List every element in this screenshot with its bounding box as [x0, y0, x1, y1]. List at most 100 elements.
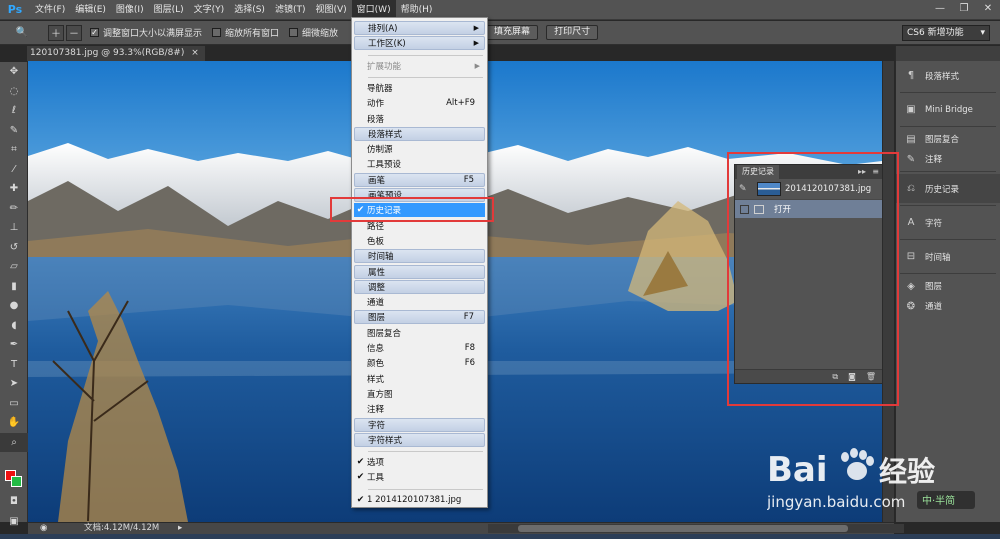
- menu-item-window-33[interactable]: ✔ 1 20141201073​81.jpg: [354, 493, 485, 507]
- document-size-info[interactable]: 文档:4.12M/4.12M: [84, 523, 159, 534]
- workspace-switcher[interactable]: CS6 新增功能 ▾: [902, 25, 990, 41]
- restore-button[interactable]: ❐: [952, 0, 976, 18]
- print-size-button[interactable]: 打印尺寸: [546, 25, 599, 40]
- menu-item-window-15[interactable]: 色板: [354, 234, 485, 248]
- history-brush-tool-icon[interactable]: ↺: [0, 238, 28, 258]
- menu-item-window-26[interactable]: 注释: [354, 402, 485, 416]
- close-tab-icon[interactable]: ×: [191, 48, 199, 58]
- menu-view[interactable]: 视图(V): [310, 0, 351, 20]
- menu-item-window-17[interactable]: 属性: [354, 264, 485, 279]
- resize-windows-option[interactable]: ✓ 调整窗口大小以满屏显示: [90, 26, 202, 39]
- zoom-tool-icon[interactable]: 🔍: [14, 25, 30, 41]
- pen-tool-icon[interactable]: ✒: [0, 335, 28, 355]
- background-color-swatch[interactable]: [11, 476, 22, 487]
- type-tool-icon[interactable]: T: [0, 355, 28, 375]
- scrubby-zoom-checkbox[interactable]: [289, 28, 299, 37]
- blur-tool-icon[interactable]: ●: [0, 296, 28, 316]
- zoom-all-option[interactable]: 缩放所有窗口: [212, 26, 279, 39]
- os-taskbar: [0, 534, 1000, 539]
- menu-item-label: 字符: [368, 420, 386, 431]
- zoom-tool-icon[interactable]: ⌕: [0, 432, 28, 452]
- horizontal-scroll-thumb[interactable]: [518, 525, 848, 532]
- dock-item-paragraph-styles[interactable]: ¶ 段落样式: [896, 61, 1000, 90]
- menu-item-window-11[interactable]: 画笔 F5: [354, 172, 485, 187]
- brush-tool-icon[interactable]: ✏: [0, 199, 28, 219]
- dock-item-label: 历史记录: [925, 184, 960, 195]
- hand-tool-icon[interactable]: ✋: [0, 413, 28, 433]
- dock-item-history[interactable]: ⎌ 历史记录: [896, 174, 1000, 203]
- close-button[interactable]: ✕: [976, 0, 1000, 18]
- dock-item-mini-bridge[interactable]: ▣ Mini Bridge: [896, 95, 1000, 124]
- menu-layer[interactable]: 图层(L): [149, 0, 189, 20]
- gradient-tool-icon[interactable]: ▮: [0, 277, 28, 297]
- menu-item-window-21[interactable]: 图层复合: [354, 326, 485, 340]
- menu-item-window-28[interactable]: 字符样式: [354, 432, 485, 447]
- status-options-icon[interactable]: ◉: [40, 523, 47, 534]
- minimize-button[interactable]: —: [928, 0, 952, 18]
- menu-item-label: 扩展功能: [367, 61, 402, 72]
- zoom-all-checkbox[interactable]: [212, 28, 222, 37]
- horizontal-scrollbar[interactable]: [488, 524, 904, 533]
- menu-item-window-5[interactable]: 导航器: [354, 81, 485, 95]
- dock-item-layers[interactable]: ◈ 图层: [896, 276, 1000, 296]
- dodge-tool-icon[interactable]: ◖: [0, 316, 28, 336]
- menu-item-window-9[interactable]: 仿制源: [354, 142, 485, 156]
- menu-item-window-27[interactable]: 字符: [354, 417, 485, 432]
- clone-stamp-tool-icon[interactable]: ⊥: [0, 218, 28, 238]
- quick-select-tool-icon[interactable]: ✎: [0, 121, 28, 141]
- menu-item-window-10[interactable]: 工具预设: [354, 157, 485, 171]
- menu-item-window-0[interactable]: 排列(A) ▶: [354, 21, 485, 35]
- dock-item-character[interactable]: A 字符: [896, 208, 1000, 237]
- menu-item-window-1[interactable]: 工作区(K) ▶: [354, 36, 485, 51]
- menu-select[interactable]: 选择(S): [229, 0, 270, 20]
- lasso-tool-icon[interactable]: ℓ: [0, 101, 28, 121]
- shape-tool-icon[interactable]: ▭: [0, 394, 28, 414]
- zoom-out-icon[interactable]: －: [66, 24, 82, 41]
- menu-item-window-30[interactable]: ✔ 选项: [354, 455, 485, 469]
- move-tool-icon[interactable]: ✥: [0, 62, 28, 82]
- dock-item-channels[interactable]: ❂ 通道: [896, 296, 1000, 316]
- menu-type[interactable]: 文字(Y): [189, 0, 230, 20]
- menu-item-label: 属性: [368, 267, 386, 278]
- path-select-tool-icon[interactable]: ➤: [0, 374, 28, 394]
- menu-item-window-16[interactable]: 时间轴: [354, 249, 485, 264]
- menu-item-window-23[interactable]: 颜色 F6: [354, 356, 485, 370]
- eraser-tool-icon[interactable]: ▱: [0, 257, 28, 277]
- menu-file[interactable]: 文件(F): [30, 0, 70, 20]
- menu-item-window-18[interactable]: 调整: [354, 279, 485, 294]
- crop-tool-icon[interactable]: ⌗: [0, 140, 28, 160]
- status-arrow-icon[interactable]: ▸: [178, 523, 182, 534]
- dock-item-label: 注释: [925, 155, 943, 165]
- dock-item-notes[interactable]: ✎ 注释: [896, 149, 1000, 169]
- menu-item-window-19[interactable]: 通道: [354, 295, 485, 309]
- menu-item-window-7[interactable]: 段落: [354, 112, 485, 126]
- menu-item-window-24[interactable]: 样式: [354, 372, 485, 386]
- menu-item-window-25[interactable]: 直方图: [354, 387, 485, 401]
- dock-item-layer-comps[interactable]: ▤ 图层复合: [896, 129, 1000, 149]
- healing-tool-icon[interactable]: ✚: [0, 179, 28, 199]
- menu-item-window-20[interactable]: 图层 F7: [354, 310, 485, 325]
- eyedropper-tool-icon[interactable]: ⁄: [0, 160, 28, 180]
- menu-item-label: 段落: [367, 114, 385, 125]
- menu-item-window-31[interactable]: ✔ 工具: [354, 470, 485, 484]
- dock-item-timeline[interactable]: ⊟ 时间轴: [896, 242, 1000, 271]
- channels-icon: ❂: [906, 300, 916, 312]
- menu-item-window-8[interactable]: 段落样式: [354, 126, 485, 141]
- dock-separator: [900, 171, 996, 172]
- menu-image[interactable]: 图像(I): [111, 0, 149, 20]
- resize-windows-checkbox[interactable]: ✓: [90, 28, 99, 37]
- menu-edit[interactable]: 编辑(E): [70, 0, 111, 20]
- menu-item-label: 时间轴: [368, 252, 394, 263]
- menu-item-shortcut: F8: [464, 343, 475, 353]
- menu-filter[interactable]: 滤镜(T): [270, 0, 311, 20]
- zoom-in-icon[interactable]: ＋: [48, 24, 64, 41]
- fill-screen-button[interactable]: 填充屏幕: [486, 25, 539, 40]
- screen-mode-icon[interactable]: ▣: [0, 512, 28, 532]
- scrubby-zoom-option[interactable]: 细微缩放: [289, 26, 338, 39]
- quick-mask-icon[interactable]: ◘: [0, 492, 28, 512]
- menu-item-window-6[interactable]: 动作 Alt+F9: [354, 96, 485, 110]
- marquee-tool-icon[interactable]: ◌: [0, 82, 28, 102]
- menu-item-window-22[interactable]: 信息 F8: [354, 341, 485, 355]
- document-tab[interactable]: 120107381.jpg @ 93.3%(RGB/8#) ×: [27, 46, 205, 61]
- menu-item-label: 图层: [368, 313, 386, 324]
